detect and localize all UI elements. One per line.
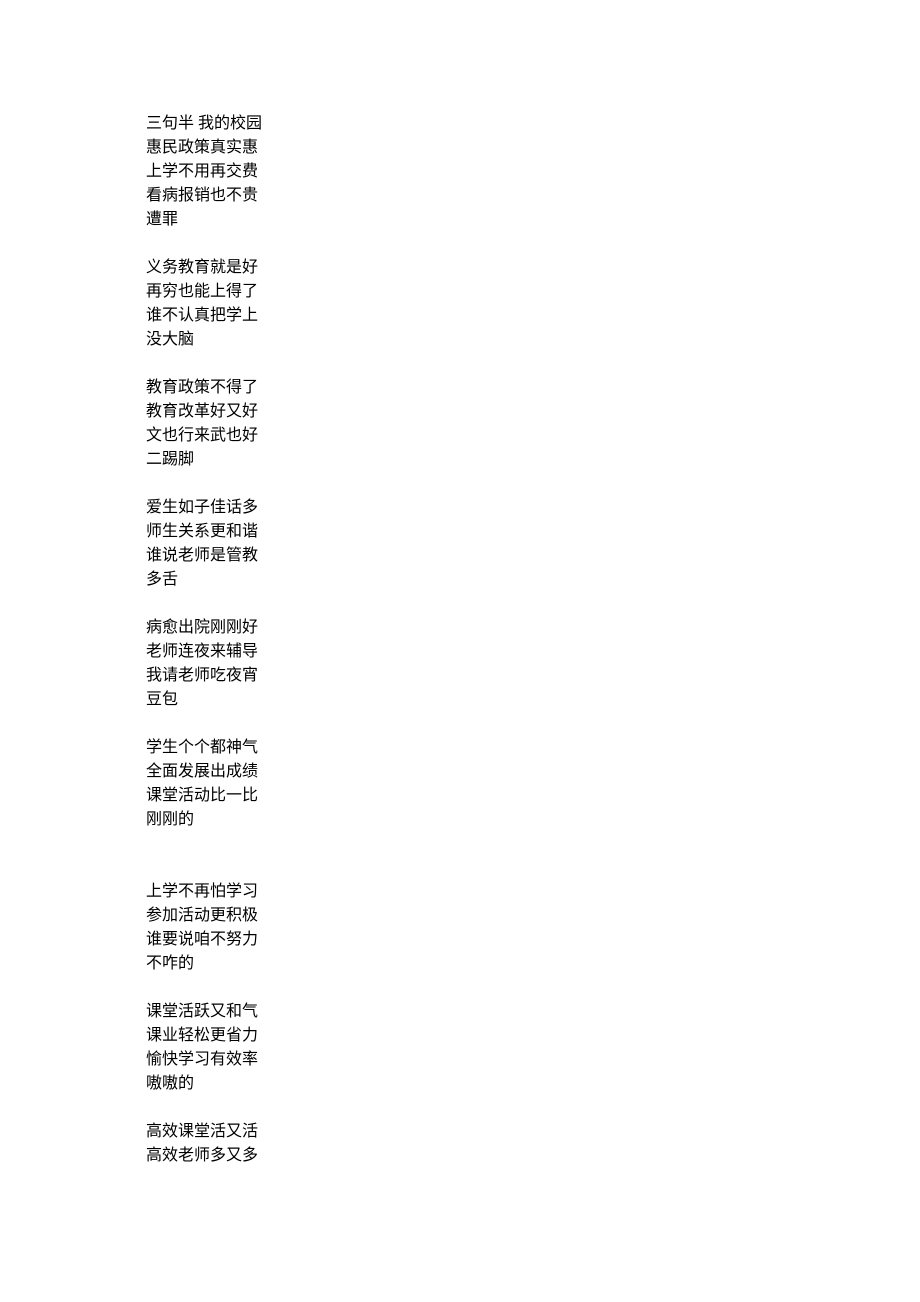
stanza: 课堂活跃又和气课业轻松更省力愉快学习有效率嗷嗷的 <box>146 1000 920 1096</box>
stanza: 爱生如子佳话多师生关系更和谐谁说老师是管教多舌 <box>146 496 920 592</box>
document-body: 三句半 我的校园惠民政策真实惠上学不用再交费看病报销也不贵遭罪义务教育就是好再穷… <box>146 112 920 1168</box>
text-line: 老师连夜来辅导 <box>146 640 920 664</box>
text-line: 课堂活跃又和气 <box>146 1000 920 1024</box>
text-line: 刚刚的 <box>146 808 920 832</box>
text-line: 二踢脚 <box>146 448 920 472</box>
text-line: 教育政策不得了 <box>146 376 920 400</box>
text-line: 豆包 <box>146 688 920 712</box>
text-line: 上学不用再交费 <box>146 160 920 184</box>
text-line: 三句半 我的校园 <box>146 112 920 136</box>
text-line: 学生个个都神气 <box>146 736 920 760</box>
text-line: 爱生如子佳话多 <box>146 496 920 520</box>
stanza: 义务教育就是好再穷也能上得了谁不认真把学上没大脑 <box>146 256 920 352</box>
text-line: 课堂活动比一比 <box>146 784 920 808</box>
text-line: 再穷也能上得了 <box>146 280 920 304</box>
text-line: 教育改革好又好 <box>146 400 920 424</box>
text-line: 参加活动更积极 <box>146 904 920 928</box>
text-line: 嗷嗷的 <box>146 1072 920 1096</box>
text-line: 遭罪 <box>146 208 920 232</box>
text-line: 义务教育就是好 <box>146 256 920 280</box>
text-line: 多舌 <box>146 568 920 592</box>
text-line: 看病报销也不贵 <box>146 184 920 208</box>
text-line: 我请老师吃夜宵 <box>146 664 920 688</box>
text-line: 师生关系更和谐 <box>146 520 920 544</box>
stanza: 高效课堂活又活高效老师多又多 <box>146 1120 920 1168</box>
stanza: 学生个个都神气全面发展出成绩课堂活动比一比刚刚的 <box>146 736 920 832</box>
stanza: 病愈出院刚刚好老师连夜来辅导我请老师吃夜宵豆包 <box>146 616 920 712</box>
text-line: 谁不认真把学上 <box>146 304 920 328</box>
text-line: 课业轻松更省力 <box>146 1024 920 1048</box>
text-line: 谁说老师是管教 <box>146 544 920 568</box>
stanza: 教育政策不得了教育改革好又好文也行来武也好二踢脚 <box>146 376 920 472</box>
text-line: 病愈出院刚刚好 <box>146 616 920 640</box>
text-line: 高效课堂活又活 <box>146 1120 920 1144</box>
text-line: 没大脑 <box>146 328 920 352</box>
text-line: 高效老师多又多 <box>146 1144 920 1168</box>
text-line: 惠民政策真实惠 <box>146 136 920 160</box>
text-line: 谁要说咱不努力 <box>146 928 920 952</box>
stanza: 上学不再怕学习参加活动更积极谁要说咱不努力不咋的 <box>146 880 920 976</box>
text-line: 上学不再怕学习 <box>146 880 920 904</box>
text-line: 文也行来武也好 <box>146 424 920 448</box>
text-line: 全面发展出成绩 <box>146 760 920 784</box>
text-line: 不咋的 <box>146 952 920 976</box>
stanza: 三句半 我的校园惠民政策真实惠上学不用再交费看病报销也不贵遭罪 <box>146 112 920 232</box>
text-line: 愉快学习有效率 <box>146 1048 920 1072</box>
